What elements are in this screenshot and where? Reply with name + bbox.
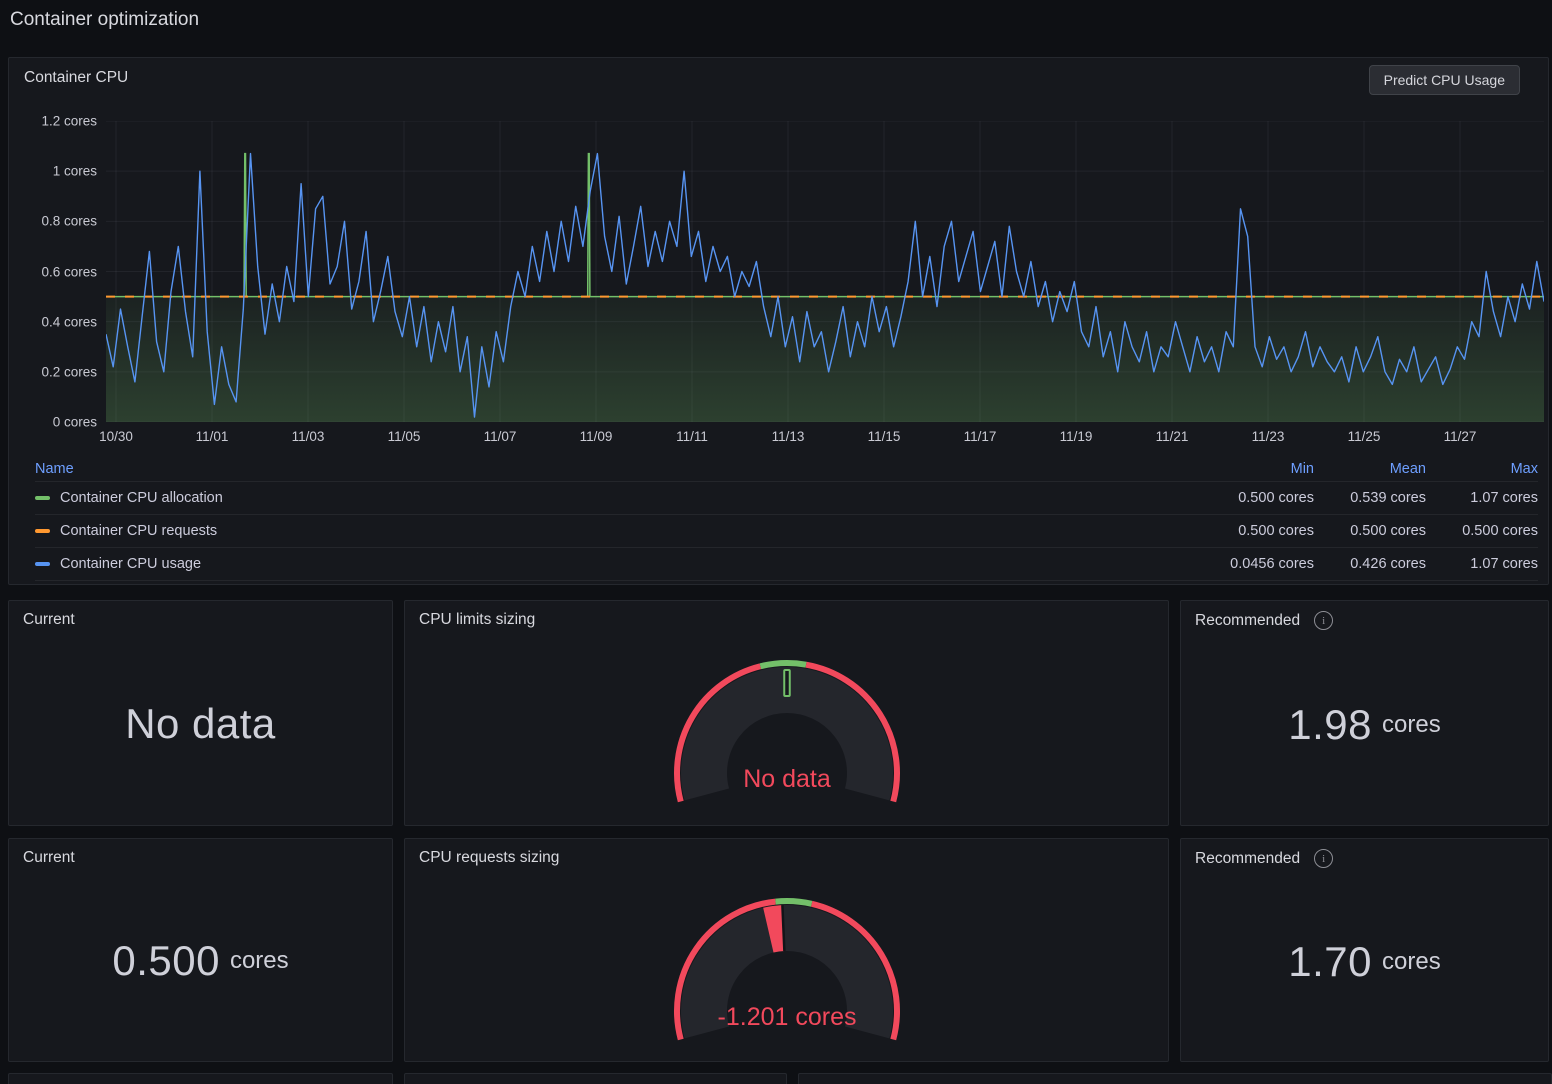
x-axis-tick-label: 11/09 xyxy=(580,429,613,444)
series-name: Container CPU usage xyxy=(60,556,201,572)
x-axis-tick-label: 11/13 xyxy=(772,429,805,444)
x-axis-tick-label: 11/11 xyxy=(676,429,708,444)
cpu-requests-sizing-title: CPU requests sizing xyxy=(419,849,559,867)
allocation-line xyxy=(106,154,1544,297)
y-axis-tick-label: 1.2 cores xyxy=(9,114,97,129)
current-limits-title: Current xyxy=(23,611,75,629)
x-axis-tick-label: 11/07 xyxy=(484,429,517,444)
series-min-value: 0.500 cores xyxy=(1202,490,1314,506)
container-cpu-panel: Container CPU Predict CPU Usage 1.2 core… xyxy=(8,57,1549,585)
recommended-limits-panel: Recommended i 1.98 cores xyxy=(1180,600,1549,826)
predict-cpu-usage-button[interactable]: Predict CPU Usage xyxy=(1369,65,1520,95)
recommended-requests-value: 1.70 cores xyxy=(1181,868,1548,1061)
series-min-value: 0.500 cores xyxy=(1202,523,1314,539)
series-name: Container CPU allocation xyxy=(60,490,223,506)
legend-header-row: Name Min Mean Max xyxy=(35,457,1538,482)
chart-panel-title: Container CPU xyxy=(24,69,128,87)
recommended-limits-title: Recommended xyxy=(1195,612,1300,630)
series-min-value: 0.0456 cores xyxy=(1202,556,1314,572)
x-axis-tick-label: 11/23 xyxy=(1252,429,1285,444)
cpu-chart-svg xyxy=(106,121,1544,422)
legend-header-max[interactable]: Max xyxy=(1426,461,1538,477)
series-max-value: 1.07 cores xyxy=(1426,490,1538,506)
gauge-value-text: -1.201 cores xyxy=(717,1003,856,1031)
cpu-requests-gauge[interactable]: -1.201 cores xyxy=(667,889,907,1062)
x-axis-tick-label: 10/30 xyxy=(99,429,133,444)
recommended-limits-value: 1.98 cores xyxy=(1181,630,1548,825)
x-axis-tick-label: 11/25 xyxy=(1348,429,1381,444)
current-requests-value: 0.500 cores xyxy=(9,867,392,1061)
legend-header-name[interactable]: Name xyxy=(35,461,1202,477)
series-color-swatch xyxy=(35,496,50,500)
cpu-limits-sizing-panel: CPU limits sizing No data xyxy=(404,600,1169,826)
y-axis-tick-label: 0.2 cores xyxy=(9,364,97,379)
legend-header-mean[interactable]: Mean xyxy=(1314,461,1426,477)
x-axis-tick-label: 11/27 xyxy=(1444,429,1477,444)
info-icon[interactable]: i xyxy=(1314,611,1333,630)
y-axis-tick-label: 1 cores xyxy=(9,164,97,179)
current-requests-title: Current xyxy=(23,849,75,867)
series-max-value: 1.07 cores xyxy=(1426,556,1538,572)
recommended-requests-panel: Recommended i 1.70 cores xyxy=(1180,838,1549,1062)
cpu-limits-gauge[interactable]: No data xyxy=(667,651,907,824)
cpu-requests-sizing-panel: CPU requests sizing -1.201 cores xyxy=(404,838,1169,1062)
gauge-value-text: No data xyxy=(743,765,831,793)
x-axis-tick-label: 11/17 xyxy=(964,429,997,444)
series-mean-value: 0.500 cores xyxy=(1314,523,1426,539)
page-title: Container optimization xyxy=(10,9,199,31)
x-axis-tick-label: 11/21 xyxy=(1156,429,1189,444)
legend-row[interactable]: Container CPU requests0.500 cores0.500 c… xyxy=(35,515,1538,548)
x-axis-tick-label: 11/05 xyxy=(388,429,421,444)
y-axis-tick-label: 0.4 cores xyxy=(9,314,97,329)
legend-header-min[interactable]: Min xyxy=(1202,461,1314,477)
y-axis-tick-label: 0.6 cores xyxy=(9,264,97,279)
cpu-chart-plot[interactable] xyxy=(106,121,1544,422)
x-axis-tick-label: 11/01 xyxy=(196,429,229,444)
legend-row[interactable]: Container CPU usage 0.0456 cores0.426 cor… xyxy=(35,548,1538,581)
partial-panel xyxy=(404,1073,787,1084)
series-color-swatch xyxy=(35,529,50,533)
series-max-value: 0.500 cores xyxy=(1426,523,1538,539)
chart-legend-table: Name Min Mean Max Container CPU allocati… xyxy=(35,457,1538,581)
info-icon[interactable]: i xyxy=(1314,849,1333,868)
current-limits-value: No data xyxy=(9,629,392,825)
gauge-threshold-band xyxy=(760,663,806,666)
series-color-swatch xyxy=(35,562,50,566)
allocation-fill xyxy=(106,154,1544,422)
gauge-threshold-band xyxy=(775,901,811,904)
gauge-threshold-marker xyxy=(784,670,790,696)
partial-panel xyxy=(8,1073,393,1084)
x-axis-tick-label: 11/15 xyxy=(868,429,901,444)
partial-panel xyxy=(798,1073,1552,1084)
recommended-requests-title: Recommended xyxy=(1195,850,1300,868)
x-axis-tick-label: 11/03 xyxy=(292,429,325,444)
y-axis-tick-label: 0 cores xyxy=(9,415,97,430)
legend-row[interactable]: Container CPU allocation 0.500 cores0.539… xyxy=(35,482,1538,515)
current-limits-panel: Current No data xyxy=(8,600,393,826)
current-requests-panel: Current 0.500 cores xyxy=(8,838,393,1062)
x-axis-tick-label: 11/19 xyxy=(1060,429,1093,444)
series-name: Container CPU requests xyxy=(60,523,217,539)
y-axis-tick-label: 0.8 cores xyxy=(9,214,97,229)
cpu-limits-sizing-title: CPU limits sizing xyxy=(419,611,535,629)
series-mean-value: 0.539 cores xyxy=(1314,490,1426,506)
series-mean-value: 0.426 cores xyxy=(1314,556,1426,572)
